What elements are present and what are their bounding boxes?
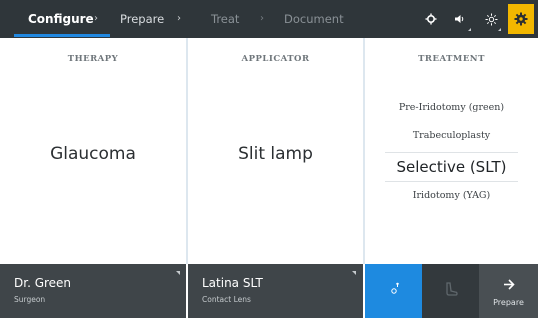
next-prepare-label: Prepare bbox=[493, 298, 524, 307]
brightness-icon[interactable] bbox=[418, 0, 444, 38]
step-prepare[interactable]: Prepare bbox=[120, 0, 164, 38]
step-configure[interactable]: Configure bbox=[28, 0, 94, 38]
surgeon-selector[interactable]: Dr. Green Surgeon bbox=[0, 264, 186, 318]
footswitch-icon bbox=[443, 281, 459, 301]
therapy-title: THERAPY bbox=[67, 54, 119, 64]
applicator-title: APPLICATOR bbox=[241, 54, 310, 64]
surgeon-role: Surgeon bbox=[14, 295, 46, 304]
dropdown-corner-icon bbox=[176, 271, 180, 275]
applicator-panel[interactable]: APPLICATOR Slit lamp bbox=[188, 38, 363, 264]
next-prepare-button[interactable]: Prepare bbox=[479, 264, 538, 318]
chevron-right-icon: › bbox=[94, 13, 98, 24]
footswitch-button[interactable] bbox=[422, 264, 479, 318]
treatment-panel: TREATMENT Pre-Iridotomy (green) Trabecul… bbox=[365, 38, 538, 264]
chevron-right-icon: › bbox=[260, 13, 264, 24]
submenu-corner-icon bbox=[498, 28, 501, 31]
settings-gear-icon[interactable] bbox=[508, 4, 534, 34]
treatment-option-selected[interactable]: Selective (SLT) bbox=[385, 152, 518, 182]
aiming-beam-button[interactable] bbox=[365, 264, 422, 318]
treatment-option[interactable]: Trabeculoplasty bbox=[365, 122, 538, 150]
bottom-bar: Dr. Green Surgeon Latina SLT Contact Len… bbox=[0, 264, 538, 318]
treatment-option[interactable]: Iridotomy (YAG) bbox=[365, 182, 538, 210]
illumination-icon[interactable] bbox=[478, 0, 504, 38]
chevron-right-icon: › bbox=[177, 13, 181, 24]
arrow-right-icon bbox=[503, 275, 515, 294]
volume-icon[interactable] bbox=[447, 0, 473, 38]
applicator-value[interactable]: Slit lamp bbox=[188, 144, 363, 164]
treatment-title: TREATMENT bbox=[418, 54, 485, 64]
therapy-panel[interactable]: THERAPY Glaucoma bbox=[0, 38, 186, 264]
aiming-beam-icon bbox=[385, 281, 403, 301]
contact-lens-name: Latina SLT bbox=[202, 276, 263, 290]
contact-lens-role: Contact Lens bbox=[202, 295, 251, 304]
treatment-list: Pre-Iridotomy (green) Trabeculoplasty Se… bbox=[365, 94, 538, 210]
step-treat: Treat bbox=[211, 12, 240, 26]
step-document: Document bbox=[284, 12, 344, 26]
dropdown-corner-icon bbox=[352, 271, 356, 275]
therapy-value[interactable]: Glaucoma bbox=[0, 144, 186, 164]
top-navigation-bar: Configure › Prepare › Treat › Document bbox=[0, 0, 538, 38]
submenu-corner-icon bbox=[468, 28, 471, 31]
surgeon-name: Dr. Green bbox=[14, 276, 72, 290]
contact-lens-selector[interactable]: Latina SLT Contact Lens bbox=[188, 264, 363, 318]
treatment-option[interactable]: Pre-Iridotomy (green) bbox=[365, 94, 538, 122]
